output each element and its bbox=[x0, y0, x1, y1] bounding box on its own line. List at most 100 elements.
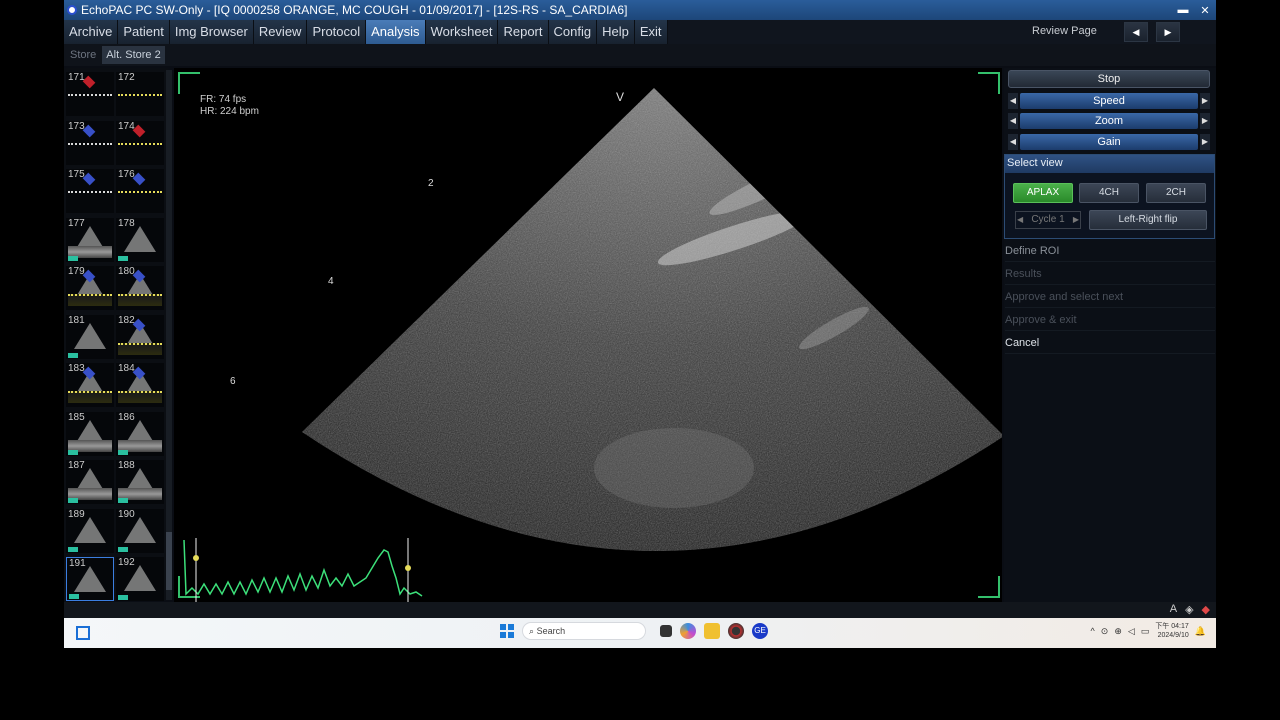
minimize-icon[interactable]: ▬ bbox=[1172, 4, 1194, 16]
menu-analysis[interactable]: Analysis bbox=[366, 20, 426, 44]
left-right-flip-button[interactable]: Left-Right flip bbox=[1089, 210, 1207, 230]
font-icon[interactable]: A bbox=[1170, 603, 1177, 616]
thumbnail-number: 178 bbox=[118, 217, 135, 229]
menu-exit[interactable]: Exit bbox=[634, 20, 668, 44]
gain-increase-icon[interactable]: ▶ bbox=[1200, 134, 1210, 150]
file-explorer-icon[interactable] bbox=[660, 625, 672, 637]
folder-icon[interactable] bbox=[704, 623, 720, 639]
heart-rate-label: HR: 224 bpm bbox=[200, 106, 259, 117]
thumbnail-172[interactable]: 172 bbox=[116, 72, 164, 116]
doppler-strip-icon bbox=[68, 391, 112, 403]
thumbnail-171[interactable]: 171 bbox=[66, 72, 114, 116]
thumbnail-186[interactable]: 186 bbox=[116, 411, 164, 456]
doppler-strip-icon bbox=[118, 342, 162, 355]
thumbnail-number: 189 bbox=[68, 508, 85, 520]
speed-decrease-icon[interactable]: ◀ bbox=[1008, 93, 1018, 109]
start-icon[interactable] bbox=[500, 624, 514, 638]
chevron-up-icon[interactable]: ^ bbox=[1091, 626, 1095, 636]
menu-patient[interactable]: Patient bbox=[118, 20, 170, 44]
thumbnail-number: 188 bbox=[118, 460, 135, 471]
thumbnail-176[interactable]: 176 bbox=[116, 169, 164, 213]
view-2ch-button[interactable]: 2CH bbox=[1146, 183, 1206, 203]
thumbnail-191[interactable]: 191 bbox=[66, 557, 114, 601]
zoom-decrease-icon[interactable]: ◀ bbox=[1008, 113, 1018, 129]
widgets-icon[interactable] bbox=[76, 626, 90, 640]
define-roi-item[interactable]: Define ROI bbox=[1005, 240, 1215, 262]
thumbnail-182[interactable]: 182 bbox=[116, 314, 164, 359]
gain-control[interactable]: ◀ Gain ▶ bbox=[1008, 133, 1210, 151]
thumbnail-177[interactable]: 177 bbox=[66, 217, 114, 262]
scrollbar-thumb[interactable] bbox=[166, 532, 172, 590]
clock[interactable]: 下午 04:17 2024/9/10 bbox=[1155, 622, 1188, 640]
thumbnail-184[interactable]: 184 bbox=[116, 363, 164, 407]
results-item: Results bbox=[1005, 263, 1215, 285]
menu-report[interactable]: Report bbox=[498, 20, 549, 44]
thumbnail-180[interactable]: 180 bbox=[116, 266, 164, 310]
menu-help[interactable]: Help bbox=[597, 20, 635, 44]
approve-select-next-item: Approve and select next bbox=[1005, 286, 1215, 308]
thumbnail-179[interactable]: 179 bbox=[66, 266, 114, 310]
clip-tag-icon bbox=[68, 498, 78, 503]
next-page-icon[interactable]: ▶ bbox=[1156, 22, 1180, 42]
ecg-start-handle[interactable] bbox=[193, 555, 199, 561]
thumbnail-192[interactable]: 192 bbox=[116, 557, 164, 601]
thumbnail-number: 185 bbox=[68, 411, 85, 423]
trace-icon bbox=[68, 191, 112, 193]
thumbnail-187[interactable]: 187 bbox=[66, 460, 114, 504]
menu-review[interactable]: Review bbox=[253, 20, 308, 44]
thumbnail-number: 187 bbox=[68, 460, 85, 471]
cycle-next-icon[interactable]: ▶ bbox=[1073, 212, 1079, 228]
sector-icon bbox=[74, 516, 106, 543]
gain-decrease-icon[interactable]: ◀ bbox=[1008, 134, 1018, 150]
taskbar-search[interactable]: ⌕ Search bbox=[522, 622, 646, 640]
ultrasound-image-view[interactable]: FR: 74 fps HR: 224 bpm V 2 4 6 bbox=[174, 68, 1002, 602]
zoom-increase-icon[interactable]: ▶ bbox=[1200, 113, 1210, 129]
close-icon[interactable]: ✕ bbox=[1194, 4, 1216, 17]
view-4ch-button[interactable]: 4CH bbox=[1079, 183, 1139, 203]
zoom-control[interactable]: ◀ Zoom ▶ bbox=[1008, 112, 1210, 130]
tab-store[interactable]: Store bbox=[66, 46, 100, 64]
clip-tag-icon bbox=[68, 546, 78, 552]
menu-archive[interactable]: Archive bbox=[64, 20, 119, 44]
chrome-icon[interactable] bbox=[728, 623, 744, 639]
thumbnail-178[interactable]: 178 bbox=[116, 217, 164, 262]
menu-protocol[interactable]: Protocol bbox=[307, 20, 367, 44]
clip-tag-icon bbox=[68, 255, 78, 261]
cancel-item[interactable]: Cancel bbox=[1005, 332, 1215, 354]
thumbnail-185[interactable]: 185 bbox=[66, 411, 114, 456]
thumbnail-181[interactable]: 181 bbox=[66, 314, 114, 359]
network-icon[interactable]: ⊙ bbox=[1101, 626, 1109, 637]
speed-label: Speed bbox=[1020, 93, 1198, 109]
cycle-selector[interactable]: ◀ Cycle 1 ▶ bbox=[1015, 211, 1081, 229]
notification-icon[interactable]: 🔔 bbox=[1195, 626, 1206, 637]
eraser-icon[interactable]: ◈ bbox=[1185, 603, 1193, 616]
tool-icon[interactable]: ◆ bbox=[1202, 603, 1210, 616]
clip-tag-icon bbox=[69, 594, 79, 599]
clip-tag-icon bbox=[118, 449, 128, 455]
language-icon[interactable]: ⊕ bbox=[1114, 626, 1122, 637]
prev-page-icon[interactable]: ◀ bbox=[1124, 22, 1148, 42]
battery-icon[interactable]: ▭ bbox=[1141, 626, 1150, 637]
ge-icon[interactable]: GE bbox=[752, 623, 768, 639]
thumbnail-188[interactable]: 188 bbox=[116, 460, 164, 504]
speed-control[interactable]: ◀ Speed ▶ bbox=[1008, 92, 1210, 110]
ecg-end-handle[interactable] bbox=[405, 565, 411, 571]
thumbnail-190[interactable]: 190 bbox=[116, 508, 164, 553]
copilot-icon[interactable] bbox=[680, 623, 696, 639]
thumbnail-scrollbar[interactable] bbox=[166, 70, 172, 600]
tab-alt-store-2[interactable]: Alt. Store 2 bbox=[102, 46, 165, 64]
view-aplax-button[interactable]: APLAX bbox=[1013, 183, 1073, 203]
review-page-label: Review Page bbox=[1032, 25, 1097, 37]
thumbnail-183[interactable]: 183 bbox=[66, 363, 114, 407]
thumbnail-175[interactable]: 175 bbox=[66, 169, 114, 213]
cycle-prev-icon[interactable]: ◀ bbox=[1017, 212, 1023, 228]
thumbnail-189[interactable]: 189 bbox=[66, 508, 114, 553]
menu-config[interactable]: Config bbox=[548, 20, 598, 44]
stop-button[interactable]: Stop bbox=[1008, 70, 1210, 88]
thumbnail-174[interactable]: 174 bbox=[116, 120, 164, 165]
volume-icon[interactable]: ◁ bbox=[1128, 626, 1135, 637]
menu-img-browser[interactable]: Img Browser bbox=[169, 20, 254, 44]
thumbnail-173[interactable]: 173 bbox=[66, 120, 114, 165]
speed-increase-icon[interactable]: ▶ bbox=[1200, 93, 1210, 109]
menu-worksheet[interactable]: Worksheet bbox=[425, 20, 499, 44]
